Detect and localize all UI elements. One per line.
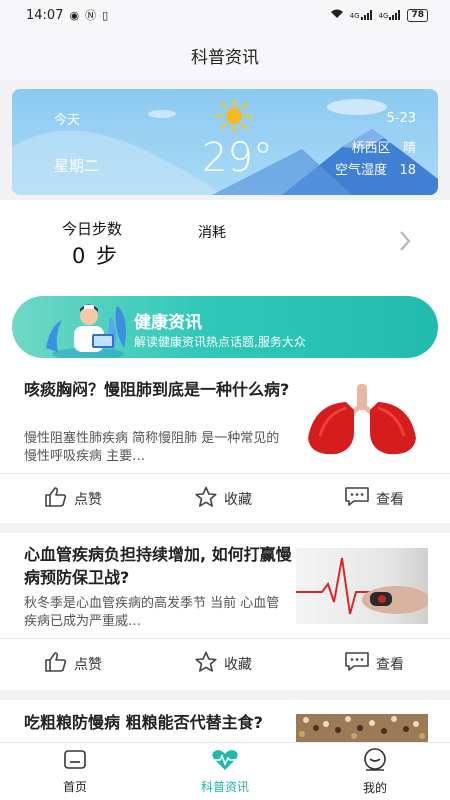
tab-home[interactable]: 首页 [15, 743, 135, 800]
view-label: 查看 [376, 657, 404, 673]
battery-icon: 78 [407, 8, 428, 22]
banner-section: 健康资讯 解读健康资讯热点话题,服务大众 [0, 284, 450, 368]
page-title: 科普资讯 [191, 47, 259, 68]
steps-panel[interactable]: 今日步数 0 步 消耗 [0, 200, 450, 284]
thumbs-up-icon [44, 651, 68, 677]
thumbs-up-icon [44, 486, 68, 512]
weather-condition: 晴 [402, 141, 416, 156]
tab-label: 我的 [362, 781, 387, 795]
vibrate-icon: ▯ [102, 8, 109, 22]
nfc-icon: Ⓝ [85, 9, 97, 22]
article-actions: 点赞 收藏 查看 [0, 474, 450, 524]
tab-label: 科普资讯 [200, 780, 249, 794]
banner-subtitle: 解读健康资讯热点话题,服务大众 [134, 335, 306, 349]
steps-label: 今日步数 [62, 220, 123, 238]
view-label: 查看 [376, 492, 404, 508]
favorite-button[interactable]: 收藏 [194, 639, 252, 689]
weather-location-name: 桥西区 [351, 141, 391, 156]
bottom-tab-bar: 首页 科普资讯 我的 [0, 742, 450, 800]
comment-icon [344, 651, 370, 677]
article-title[interactable]: 吃粗粮防慢病 粗粮能否代替主食? [24, 711, 294, 734]
article-description: 慢性阻塞性肺疾病 简称慢阻肺 是一种常见的慢性呼吸疾病 主要… [24, 431, 280, 464]
sun-icon [214, 99, 254, 137]
banner-title: 健康资讯 [134, 313, 202, 333]
user-icon [362, 748, 388, 775]
weather-location: 桥西区 晴 [352, 137, 416, 156]
tab-label: 首页 [62, 780, 87, 794]
article-title[interactable]: 心血管疾病负担持续增加, 如何打赢慢病预防保卫战? [24, 543, 294, 589]
star-icon [194, 651, 218, 677]
article-title[interactable]: 咳痰胸闷？慢阻肺到底是一种什么病? [24, 378, 294, 401]
health-news-banner[interactable]: 健康资讯 解读健康资讯热点话题,服务大众 [12, 296, 438, 358]
section-gap [0, 523, 450, 533]
page-header: 科普资讯 [0, 30, 450, 80]
comment-icon [344, 486, 370, 512]
status-time: 14:07 [26, 7, 64, 23]
grains-image[interactable] [296, 714, 428, 742]
calories-label: 消耗 [198, 225, 226, 241]
favorite-label: 收藏 [224, 492, 252, 508]
weather-temperature: 29° [202, 135, 273, 181]
article-card[interactable]: 咳痰胸闷？慢阻肺到底是一种什么病? 慢性阻塞性肺疾病 简称慢阻肺 是一种常见的慢… [0, 368, 450, 523]
weather-date: 5-23 [386, 111, 416, 126]
heartbeat-image[interactable] [296, 548, 428, 624]
like-label: 点赞 [74, 657, 102, 673]
steps-value: 0 步 [72, 244, 120, 268]
like-button[interactable]: 点赞 [44, 639, 102, 689]
star-icon [194, 486, 218, 512]
like-button[interactable]: 点赞 [44, 474, 102, 524]
humidity-label: 空气湿度 [335, 163, 388, 178]
heart-pulse-icon [211, 749, 239, 774]
favorite-button[interactable]: 收藏 [194, 474, 252, 524]
article-description: 秋冬季是心血管疾病的高发季节 当前 心血管疾病已成为严重威… [24, 596, 280, 629]
humidity-value: 18 [399, 163, 416, 178]
signal-icon-1: 4G [350, 10, 373, 20]
like-label: 点赞 [74, 492, 102, 508]
tab-profile[interactable]: 我的 [315, 743, 435, 800]
section-gap [0, 690, 450, 700]
lungs-image[interactable] [296, 382, 428, 458]
wechat-icon: ◉ [69, 8, 80, 22]
signal-icon-2: 4G [379, 10, 402, 20]
favorite-label: 收藏 [224, 657, 252, 673]
home-icon [63, 749, 87, 774]
tab-news[interactable]: 科普资讯 [165, 743, 285, 800]
weather-weekday: 星期二 [54, 157, 100, 175]
status-bar: 14:07 ◉ Ⓝ ▯ 4G 4G 78 [0, 0, 450, 30]
chevron-right-icon[interactable] [398, 230, 412, 256]
wifi-icon [330, 8, 344, 22]
view-button[interactable]: 查看 [344, 474, 404, 524]
weather-humidity: 空气湿度 18 [335, 159, 416, 178]
weather-card: 今天 星期二 29° 5-23 桥西区 晴 空气湿度 18 [12, 89, 438, 195]
article-actions: 点赞 收藏 查看 [0, 639, 450, 689]
article-card[interactable]: 吃粗粮防慢病 粗粮能否代替主食? [0, 700, 450, 742]
weather-today-label: 今天 [54, 113, 81, 128]
doctor-illustration-icon [40, 296, 136, 358]
article-card[interactable]: 心血管疾病负担持续增加, 如何打赢慢病预防保卫战? 秋冬季是心血管疾病的高发季节… [0, 533, 450, 690]
view-button[interactable]: 查看 [344, 639, 404, 689]
